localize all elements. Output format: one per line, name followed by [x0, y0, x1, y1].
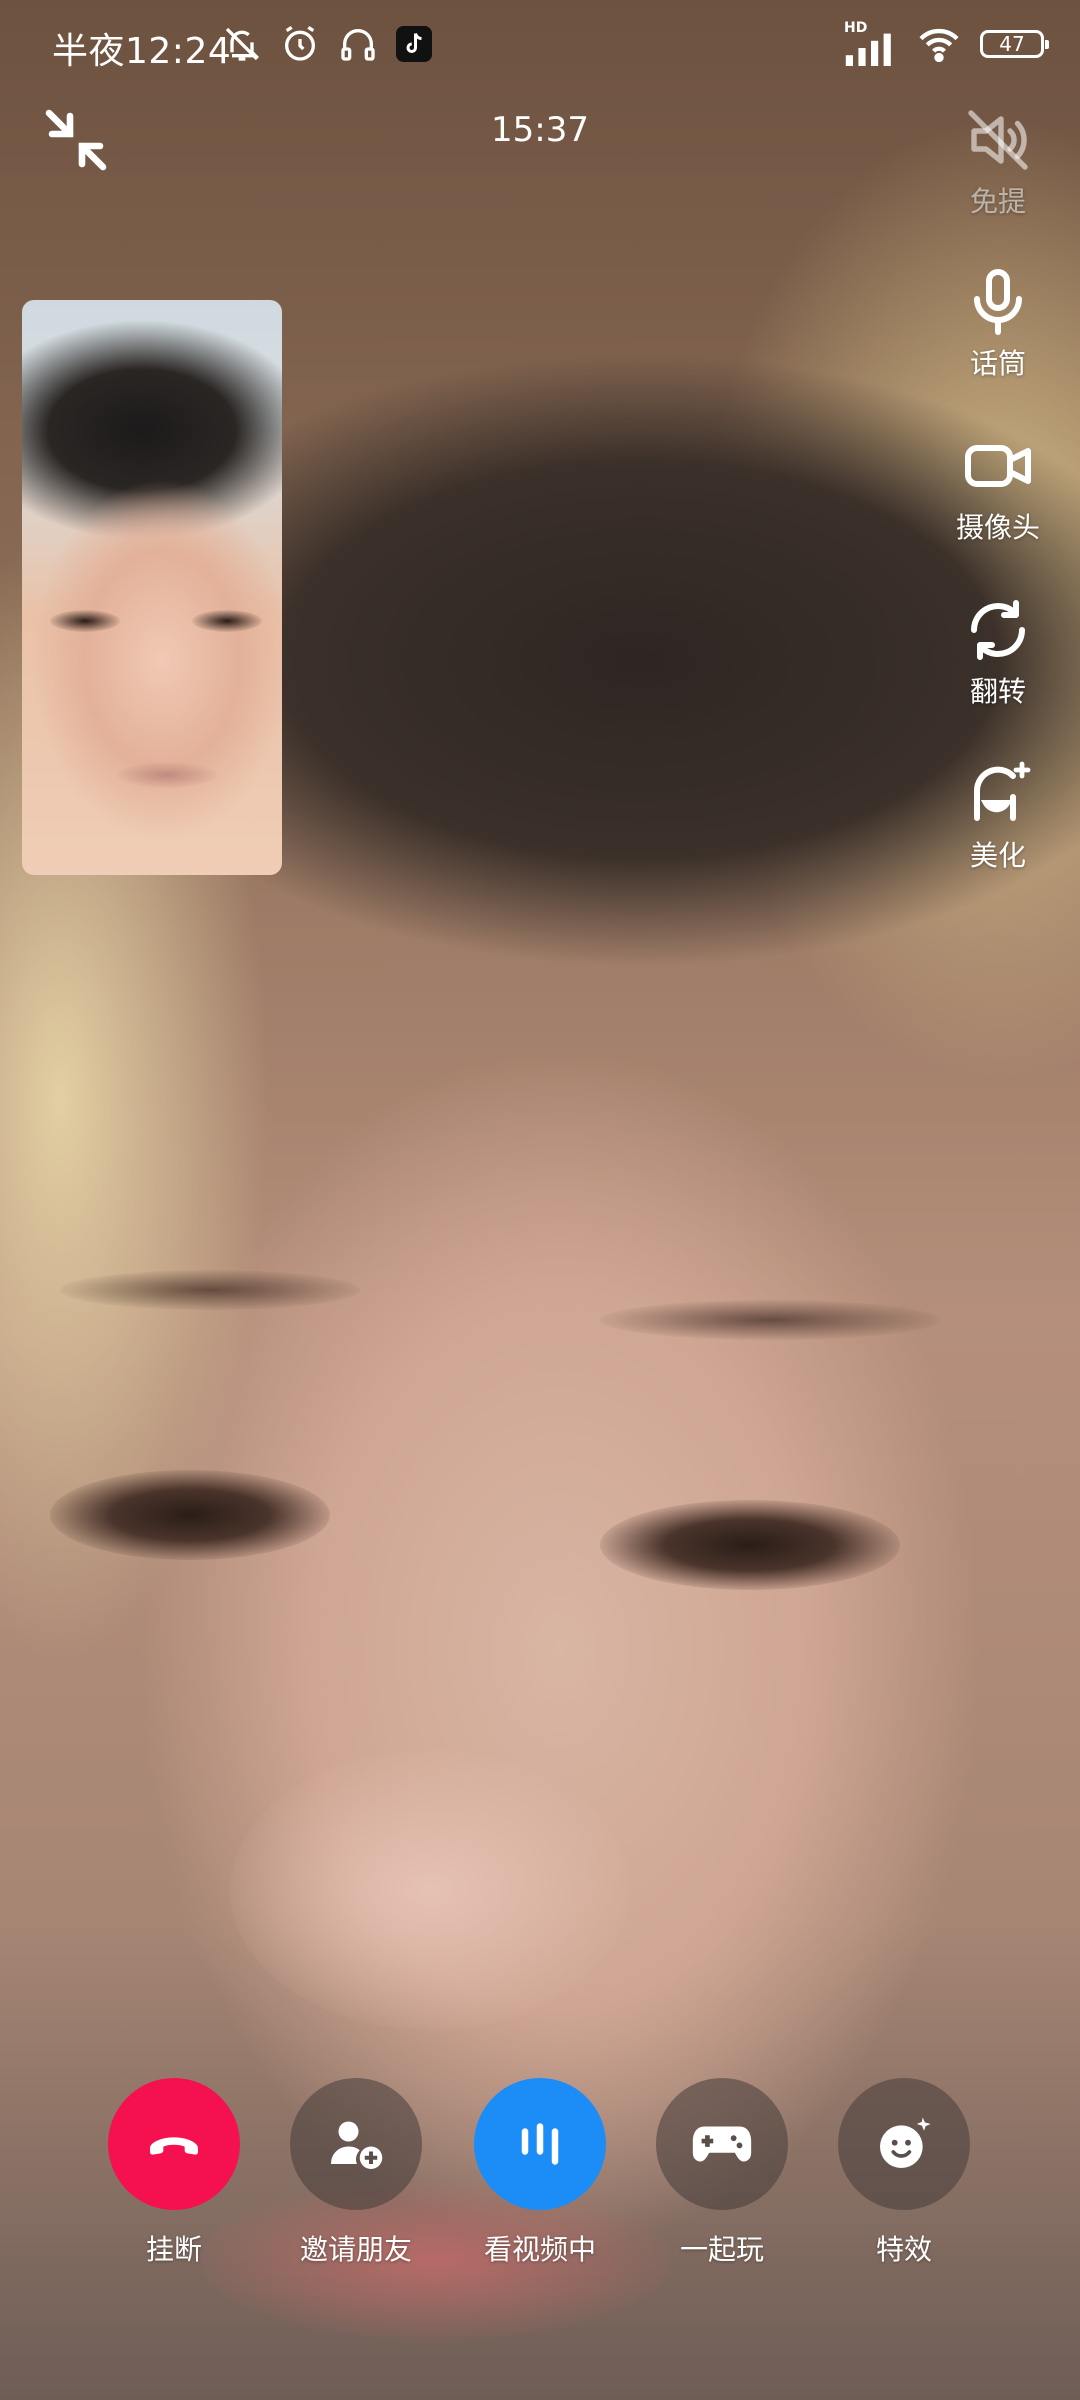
status-time: 半夜12:24 [52, 31, 232, 72]
bottom-controls: 挂断 邀请朋友 看视频中 一起玩 特效 [0, 2078, 1080, 2278]
mute-notification-icon [225, 27, 260, 61]
speaker-button[interactable]: 免提 [928, 104, 1068, 220]
status-icons-left [222, 24, 432, 64]
microphone-label: 话筒 [969, 347, 1026, 380]
invite-friend-button[interactable]: 邀请朋友 [266, 2078, 446, 2268]
flip-camera-icon [971, 600, 1025, 660]
tiktok-icon [396, 26, 432, 62]
play-together-label: 一起玩 [679, 2233, 764, 2266]
wifi-icon [919, 28, 959, 62]
play-together-circle[interactable] [656, 2078, 788, 2210]
effects-circle[interactable] [838, 2078, 970, 2210]
play-together-button[interactable]: 一起玩 [632, 2078, 812, 2268]
invite-friend-label: 邀请朋友 [299, 2233, 412, 2266]
microphone-icon [974, 269, 1022, 335]
signal-icon [845, 33, 891, 66]
beauty-button[interactable]: 美化 [928, 758, 1068, 874]
invite-friend-circle[interactable] [290, 2078, 422, 2210]
watch-video-label: 看视频中 [483, 2233, 596, 2266]
battery-icon: 47 [980, 30, 1049, 58]
status-icons-right: HD 47 [844, 20, 1049, 66]
camera-button[interactable]: 摄像头 [928, 430, 1068, 546]
camera-icon [965, 445, 1031, 487]
battery-level: 47 [999, 32, 1025, 56]
hang-up-button[interactable]: 挂断 [84, 2078, 264, 2268]
local-video-preview[interactable] [22, 300, 282, 875]
gamepad-icon [692, 2126, 752, 2162]
watch-video-button[interactable]: 看视频中 [450, 2078, 630, 2268]
alarm-icon [285, 25, 315, 61]
beauty-icon [973, 761, 1031, 821]
flip-camera-label: 翻转 [969, 675, 1026, 708]
watch-video-icon [521, 2123, 559, 2165]
flip-camera-button[interactable]: 翻转 [928, 594, 1068, 710]
video-call-screen: 半夜12:24 HD 47 15:37 免提 话筒 摄像头 翻转 美化 挂断 邀… [0, 0, 1080, 2400]
effects-icon [880, 2117, 931, 2168]
beauty-label: 美化 [969, 839, 1026, 872]
hang-up-icon [150, 2137, 198, 2155]
hang-up-label: 挂断 [145, 2233, 202, 2266]
watch-video-circle[interactable] [474, 2078, 606, 2210]
headphones-icon [341, 29, 375, 61]
hang-up-circle[interactable] [108, 2078, 240, 2210]
call-timer: 15:37 [491, 110, 589, 150]
effects-button[interactable]: 特效 [814, 2078, 994, 2268]
microphone-button[interactable]: 话筒 [928, 266, 1068, 382]
speaker-label: 免提 [969, 185, 1026, 218]
invite-friend-icon [331, 2121, 383, 2169]
camera-label: 摄像头 [955, 511, 1040, 544]
effects-label: 特效 [875, 2233, 932, 2266]
speaker-off-icon [968, 110, 1028, 170]
status-bar: 半夜12:24 HD 47 [0, 0, 1080, 96]
